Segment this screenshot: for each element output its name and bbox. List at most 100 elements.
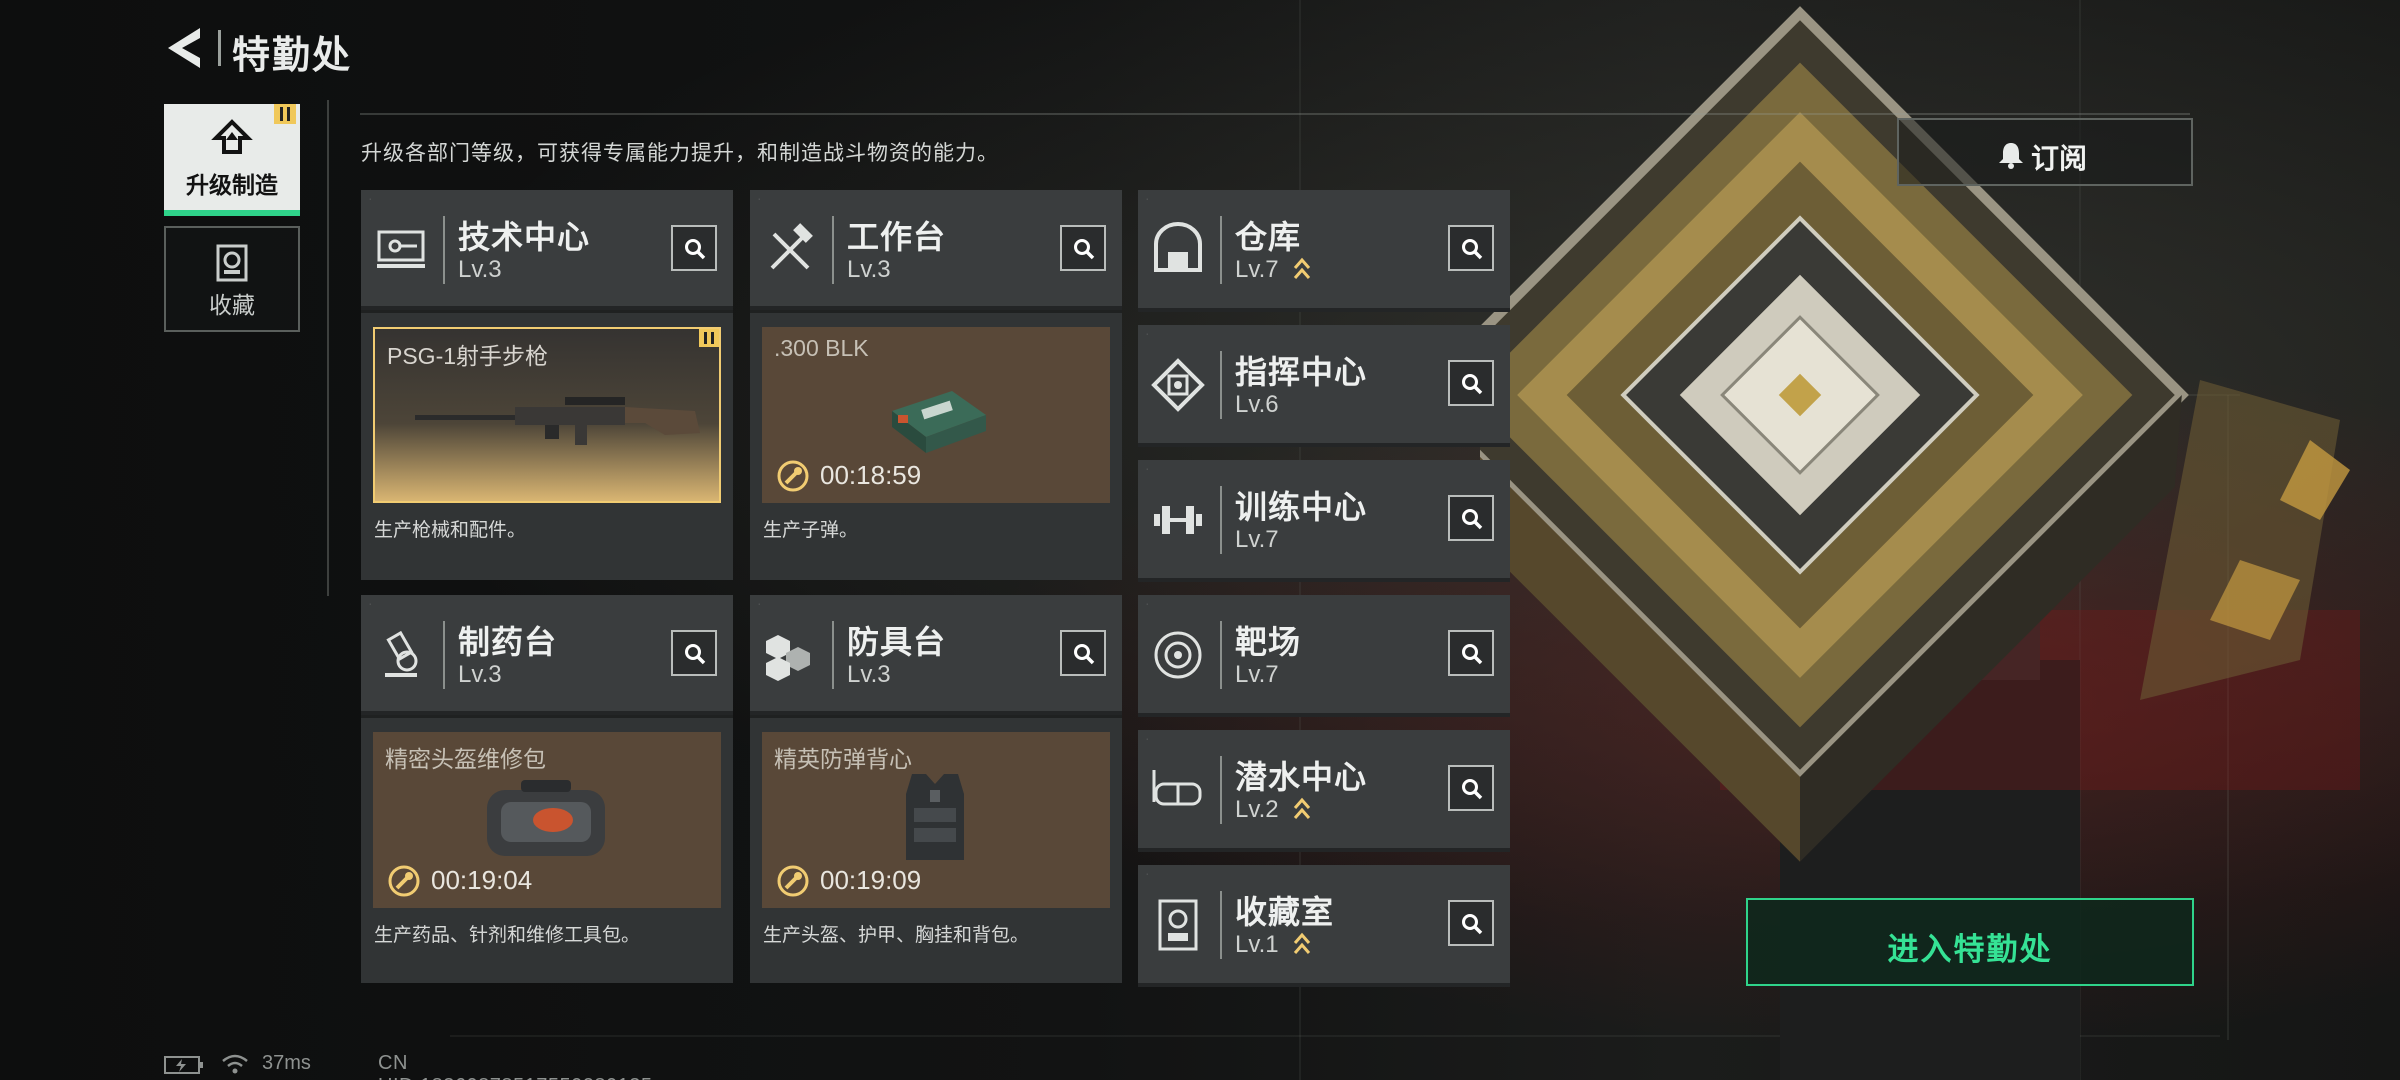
page-title: 特勤处 <box>232 35 353 77</box>
production-slot[interactable]: 精密头盔维修包 00:19:04 <box>373 732 721 908</box>
facility-collection-room[interactable]: · 收藏室 Lv.1 <box>1138 865 1510 987</box>
facility-training-center[interactable]: · 训练中心 Lv.7 <box>1138 460 1510 582</box>
armor-bench-icon <box>766 635 810 681</box>
facility-diving-center[interactable]: · 潜水中心 Lv.2 <box>1138 730 1510 852</box>
production-panel-workbench: .300 BLK 00:18:59 生产子弹。 <box>750 310 1122 580</box>
trophy-icon <box>216 244 248 282</box>
tab-label: 收藏 <box>209 292 255 318</box>
upgrade-available-icon <box>1293 797 1311 819</box>
facility-divider <box>1220 486 1222 554</box>
search-button[interactable] <box>1448 900 1494 946</box>
timer-value: 00:19:09 <box>820 865 922 895</box>
production-description: 生产枪械和配件。 <box>374 520 527 541</box>
upgrade-available-icon <box>1293 932 1311 954</box>
page-description: 升级各部门等级，可获得专属能力提升，和制造战斗物资的能力。 <box>361 142 999 165</box>
ammo-box-image <box>892 391 986 453</box>
facility-name: 仓库 <box>1235 219 1302 255</box>
item-name: 精密头盔维修包 <box>385 746 546 772</box>
production-slot[interactable]: PSG-1射手步枪 <box>373 327 721 503</box>
facility-armor-bench[interactable]: · 防具台 Lv.3 <box>750 595 1122 715</box>
upgrade-icon <box>211 119 253 154</box>
search-icon <box>685 239 706 260</box>
facility-name: 制药台 <box>458 624 558 660</box>
warehouse-icon <box>1154 222 1202 272</box>
search-button[interactable] <box>1060 630 1106 676</box>
workbench-icon <box>770 223 813 270</box>
back-button[interactable] <box>160 22 208 74</box>
facility-warehouse[interactable]: · 仓库 Lv.7 <box>1138 190 1510 312</box>
notification-badge <box>699 329 719 347</box>
production-timer: 00:19:04 <box>387 862 532 898</box>
search-button[interactable] <box>1448 225 1494 271</box>
notification-badge <box>274 104 296 124</box>
facility-tech-center[interactable]: · 技术中心 Lv.3 <box>361 190 733 310</box>
facility-name: 技术中心 <box>458 219 591 255</box>
search-icon <box>1074 239 1095 260</box>
facility-level: Lv.1 <box>1235 931 1279 958</box>
facility-shooting-range[interactable]: · 靶场 Lv.7 <box>1138 595 1510 717</box>
production-description: 生产药品、针剂和维修工具包。 <box>374 925 641 946</box>
facility-divider <box>1220 216 1222 284</box>
facility-tag: · <box>758 196 761 203</box>
command-center-icon <box>1151 358 1205 412</box>
search-button[interactable] <box>1448 630 1494 676</box>
production-description: 生产子弹。 <box>763 520 859 541</box>
facility-tag: · <box>1146 331 1149 338</box>
facility-name: 训练中心 <box>1235 489 1368 525</box>
search-button[interactable] <box>1448 495 1494 541</box>
tab-label: 升级制造 <box>186 172 278 198</box>
facility-tag: · <box>758 601 761 608</box>
facility-name: 指挥中心 <box>1235 354 1368 390</box>
facility-divider <box>1220 351 1222 419</box>
back-arrow-icon <box>168 28 200 68</box>
search-button[interactable] <box>1060 225 1106 271</box>
search-button[interactable] <box>671 225 717 271</box>
diving-center-icon <box>1152 770 1202 806</box>
search-icon <box>1462 509 1483 530</box>
timer-wrench-icon <box>777 865 809 897</box>
facility-divider <box>443 216 445 284</box>
facility-level: Lv.3 <box>458 661 502 688</box>
production-slot[interactable]: 精英防弹背心 00:19:09 <box>762 732 1110 908</box>
battery-icon <box>164 1056 203 1074</box>
guide-line <box>327 100 329 596</box>
upgrade-available-icon <box>1293 257 1311 279</box>
facility-tag: · <box>1146 196 1149 203</box>
facility-pharmacy[interactable]: · 制药台 Lv.3 <box>361 595 733 715</box>
facility-name: 靶场 <box>1235 624 1302 660</box>
subscribe-label: 订阅 <box>2031 143 2088 174</box>
wifi-icon <box>222 1054 248 1074</box>
subscribe-button[interactable]: 订阅 <box>1897 118 2193 186</box>
item-name: 精英防弹背心 <box>774 746 912 772</box>
facility-level: Lv.6 <box>1235 391 1279 418</box>
pharmacy-icon <box>385 630 418 677</box>
facility-divider <box>1220 891 1222 959</box>
facility-tag: · <box>369 196 372 203</box>
search-icon <box>685 644 706 665</box>
facility-level: Lv.2 <box>1235 796 1279 823</box>
facility-workbench[interactable]: · 工作台 Lv.3 <box>750 190 1122 310</box>
facility-tag: · <box>1146 466 1149 473</box>
enter-special-ops-button[interactable]: 进入特勤处 <box>1746 898 2194 986</box>
item-name: PSG-1射手步枪 <box>387 343 549 369</box>
facility-command-center[interactable]: · 指挥中心 Lv.6 <box>1138 325 1510 447</box>
facility-divider <box>1220 621 1222 689</box>
item-name: .300 BLK <box>774 335 869 361</box>
production-slot[interactable]: .300 BLK 00:18:59 <box>762 327 1110 503</box>
facility-tag: · <box>1146 601 1149 608</box>
user-uid: CN UID:18360878517550280135 3_2026053018… <box>378 1052 652 1080</box>
production-description: 生产头盔、护甲、胸挂和背包。 <box>763 925 1030 946</box>
search-button[interactable] <box>1448 360 1494 406</box>
bell-icon <box>1999 143 2023 169</box>
facility-level: Lv.3 <box>847 256 891 283</box>
timer-wrench-icon <box>388 865 420 897</box>
facility-name: 潜水中心 <box>1235 759 1368 795</box>
search-button[interactable] <box>671 630 717 676</box>
search-icon <box>1462 779 1483 800</box>
production-panel-pharmacy: 精密头盔维修包 00:19:04 生产药品、针剂和维修工具包。 <box>361 715 733 983</box>
facility-tag: · <box>369 601 372 608</box>
search-button[interactable] <box>1448 765 1494 811</box>
tab-collection[interactable]: 收藏 <box>164 226 300 332</box>
header-divider <box>218 30 221 66</box>
tab-upgrade-craft[interactable]: 升级制造 <box>164 104 300 216</box>
